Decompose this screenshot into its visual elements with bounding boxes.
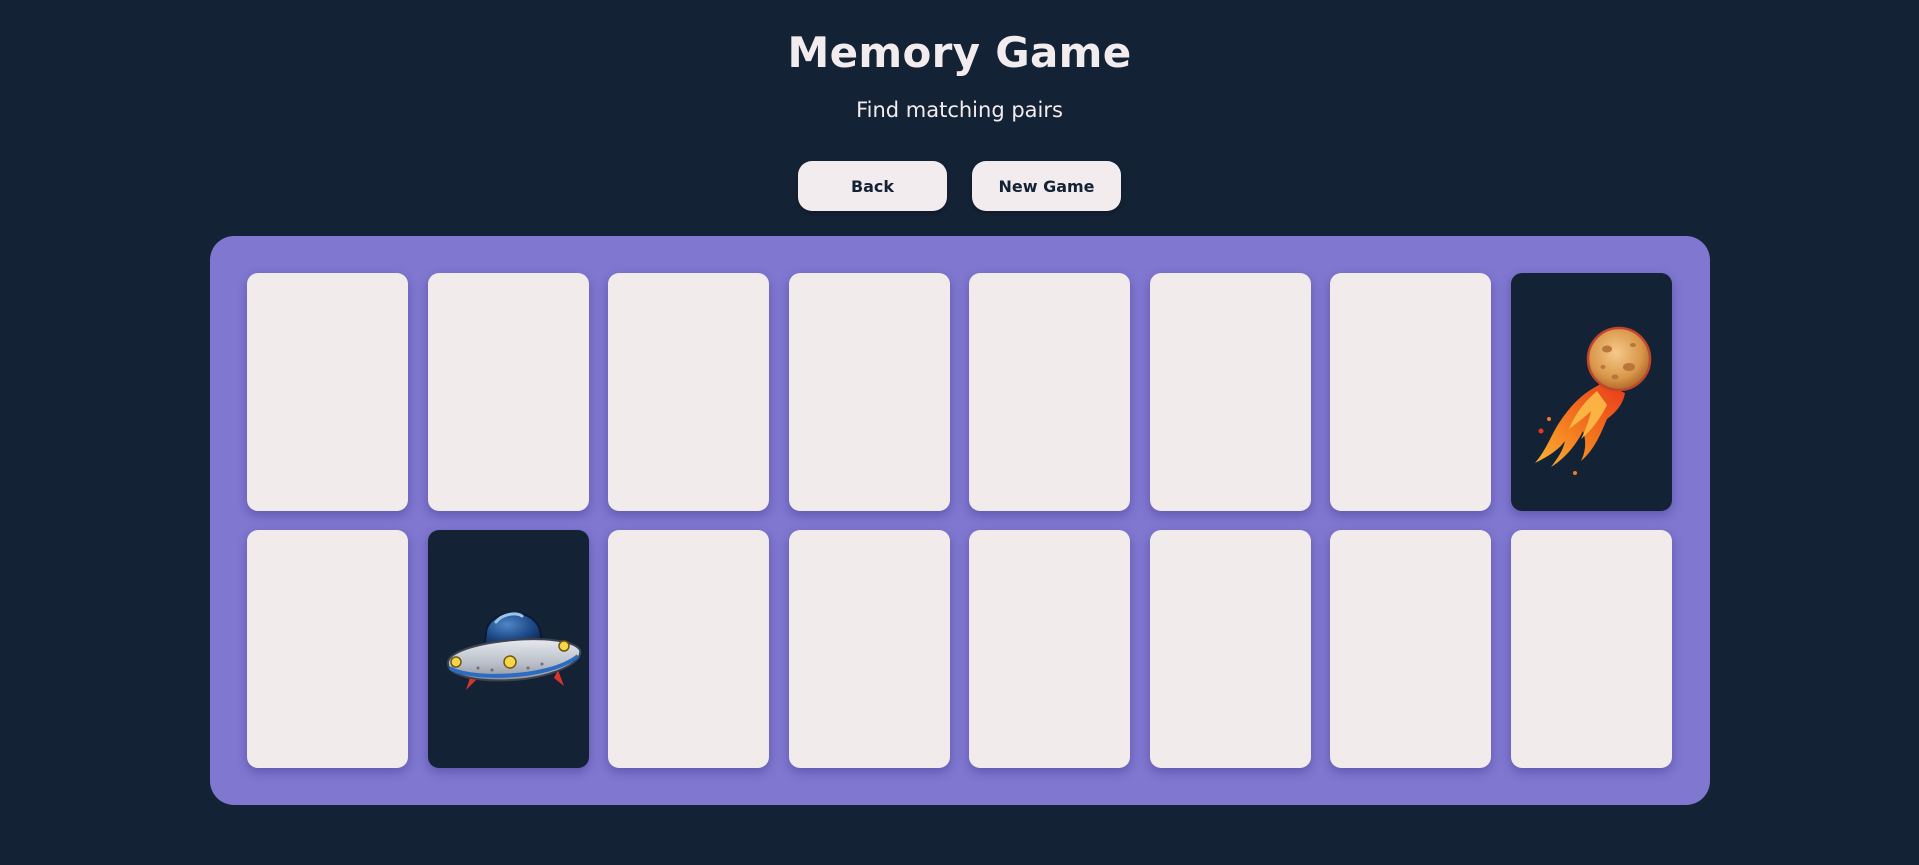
card-face-down[interactable]: [969, 530, 1130, 768]
back-button[interactable]: Back: [798, 161, 947, 211]
card-face-down[interactable]: [1149, 273, 1311, 511]
page-title: Memory Game: [787, 28, 1132, 77]
card-face-down[interactable]: [1510, 530, 1672, 768]
card-face-up[interactable]: [427, 530, 589, 768]
page-subtitle: Find matching pairs: [856, 98, 1063, 122]
card-face-down[interactable]: [788, 530, 950, 768]
card-face-down[interactable]: [969, 273, 1130, 511]
card-face-up[interactable]: [1510, 273, 1672, 511]
card-face-down[interactable]: [247, 273, 408, 511]
card-face-down[interactable]: [1149, 530, 1311, 768]
game-board: [210, 236, 1710, 805]
card-face-down[interactable]: [1330, 530, 1491, 768]
card-face-down[interactable]: [788, 273, 950, 511]
card-grid: [247, 273, 1673, 768]
card-face-down[interactable]: [247, 530, 408, 768]
new-game-button[interactable]: New Game: [972, 161, 1121, 211]
card-face-down[interactable]: [608, 530, 769, 768]
controls-row: Back New Game: [0, 161, 1919, 211]
card-face-down[interactable]: [608, 273, 769, 511]
card-face-down[interactable]: [427, 273, 589, 511]
card-face-down[interactable]: [1330, 273, 1491, 511]
